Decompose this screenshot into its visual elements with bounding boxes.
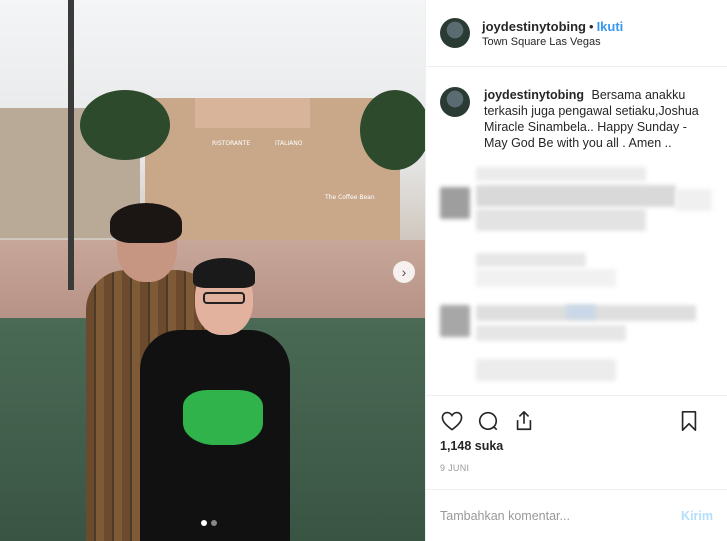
post-comment-button[interactable]: Kirim bbox=[681, 509, 713, 523]
blurred-avatar bbox=[440, 305, 470, 337]
comment-form: Kirim bbox=[426, 489, 727, 541]
photo-palm-left bbox=[80, 90, 170, 160]
post-date[interactable]: 9 JUNI bbox=[426, 463, 727, 473]
blurred-comment bbox=[476, 209, 646, 231]
carousel-next-button[interactable]: › bbox=[393, 261, 415, 283]
photo-palm-right bbox=[360, 90, 425, 170]
follow-button[interactable]: Ikuti bbox=[597, 19, 624, 34]
comment-button[interactable] bbox=[476, 409, 500, 433]
like-button[interactable] bbox=[440, 409, 464, 433]
blurred-comment bbox=[676, 189, 712, 211]
photo-son-glasses bbox=[203, 292, 245, 304]
heart-icon bbox=[441, 411, 463, 431]
blurred-avatar bbox=[440, 187, 470, 219]
photo-sign-coffee: The Coffee Bean bbox=[325, 194, 375, 201]
blurred-comment bbox=[476, 167, 646, 181]
carousel-dot bbox=[211, 520, 217, 526]
comments-area: joydestinytobing Bersama anakku terkasih… bbox=[426, 67, 727, 395]
bookmark-icon bbox=[681, 411, 697, 431]
caption-username[interactable]: joydestinytobing bbox=[484, 88, 584, 102]
post-actions bbox=[426, 395, 727, 445]
post-photo[interactable]: RISTORANTE ITALIANO The Coffee Bean › bbox=[0, 0, 425, 541]
photo-building-top bbox=[195, 98, 310, 128]
blurred-comment bbox=[476, 253, 586, 267]
post-header-text: joydestinytobing • Ikuti Town Square Las V… bbox=[482, 19, 623, 48]
photo-son-hair bbox=[193, 258, 255, 288]
photo-sign-italiano: ITALIANO bbox=[275, 140, 303, 147]
caption-avatar[interactable] bbox=[440, 87, 470, 117]
caption-text: joydestinytobing Bersama anakku terkasih… bbox=[484, 87, 713, 151]
share-icon bbox=[516, 410, 532, 430]
header-separator: • bbox=[589, 18, 594, 34]
header-line: joydestinytobing • Ikuti bbox=[482, 19, 623, 34]
carousel-dots bbox=[201, 520, 217, 526]
save-button[interactable] bbox=[677, 409, 701, 433]
photo-lamp-pole bbox=[68, 0, 74, 290]
photo-shirt-print bbox=[183, 390, 263, 445]
comment-input[interactable] bbox=[440, 508, 660, 523]
profile-avatar[interactable] bbox=[440, 18, 470, 48]
post-side-panel: joydestinytobing • Ikuti Town Square Las V… bbox=[425, 0, 727, 541]
comment-icon bbox=[478, 411, 498, 430]
post-header: joydestinytobing • Ikuti Town Square Las V… bbox=[426, 0, 727, 67]
blurred-comment bbox=[476, 269, 616, 287]
photo-mother-hair bbox=[110, 203, 182, 243]
location-link[interactable]: Town Square Las Vegas bbox=[482, 36, 623, 48]
blurred-comment bbox=[476, 359, 616, 381]
blurred-comment bbox=[566, 305, 596, 319]
carousel-dot-active bbox=[201, 520, 207, 526]
photo-sign-ristorante: RISTORANTE bbox=[212, 140, 251, 147]
instagram-post: RISTORANTE ITALIANO The Coffee Bean › jo… bbox=[0, 0, 727, 541]
share-button[interactable] bbox=[512, 409, 536, 433]
blurred-comment bbox=[476, 325, 626, 341]
header-username[interactable]: joydestinytobing bbox=[482, 19, 586, 34]
blurred-comment bbox=[476, 185, 676, 207]
caption: joydestinytobing Bersama anakku terkasih… bbox=[440, 87, 713, 151]
chevron-right-icon: › bbox=[401, 264, 407, 280]
